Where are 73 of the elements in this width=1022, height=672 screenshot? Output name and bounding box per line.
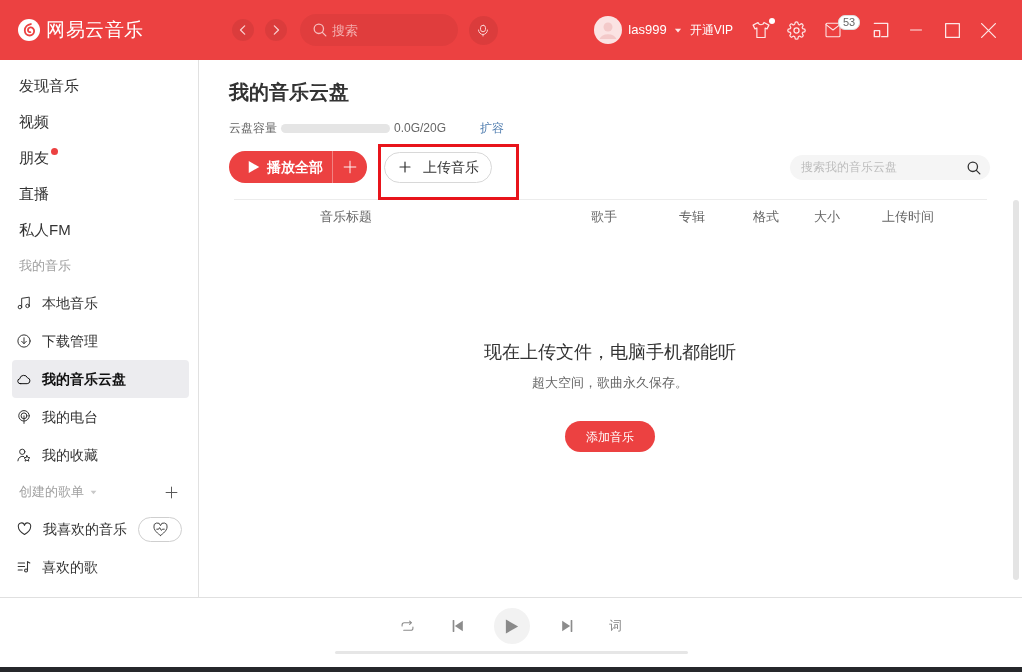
empty-state-title: 现在上传文件，电脑手机都能听: [483, 341, 736, 364]
sidebar-item[interactable]: 下载管理: [12, 322, 189, 360]
play-all-button[interactable]: 播放全部: [229, 151, 332, 183]
sidebar-item[interactable]: 私人FM: [0, 212, 198, 248]
cloud-icon: [17, 372, 31, 386]
next-button[interactable]: [562, 620, 573, 632]
close-icon[interactable]: [981, 22, 996, 38]
previous-button[interactable]: [452, 620, 463, 632]
settings-icon[interactable]: [787, 20, 806, 40]
expand-link[interactable]: 扩容: [480, 119, 505, 137]
sidebar-item[interactable]: 喜欢的歌: [12, 548, 189, 586]
column-header: 大小: [814, 208, 841, 226]
sidebar-item[interactable]: 发现音乐: [0, 68, 198, 104]
heartbeat-icon: [151, 521, 169, 537]
search-icon: [967, 160, 981, 175]
scrollbar-thumb[interactable]: [1013, 200, 1019, 580]
next-icon: [562, 620, 573, 632]
forward-button[interactable]: [264, 19, 287, 41]
column-header: 音乐标题: [320, 208, 373, 226]
capacity-reading: 0.0G/20G: [394, 120, 447, 137]
sidebar-item[interactable]: 直播: [0, 176, 198, 212]
play-button[interactable]: [494, 608, 530, 644]
plus-icon: [343, 160, 357, 174]
empty-state-subtitle: 超大空间，歌曲永久保存。: [531, 374, 688, 392]
sidebar-item[interactable]: 本地音乐: [12, 284, 189, 322]
download-icon: [17, 334, 31, 348]
column-header: 上传时间: [882, 208, 934, 226]
mail-icon[interactable]: [823, 22, 843, 38]
sidebar-item[interactable]: 我的电台: [12, 398, 189, 436]
plus-icon: [165, 485, 178, 499]
sidebar-item[interactable]: 视频: [0, 104, 198, 140]
logo-icon[interactable]: [18, 19, 40, 41]
section-title: 我的音乐: [19, 257, 71, 276]
search-icon: [312, 23, 327, 37]
heartbeat-mode-button[interactable]: [138, 516, 182, 542]
add-playlist-button[interactable]: [165, 485, 178, 499]
podcast-icon: [17, 410, 31, 424]
sidebar-item[interactable]: 我喜欢的音乐: [12, 510, 189, 548]
sidebar-item[interactable]: 我的收藏: [12, 436, 189, 474]
vip-link[interactable]: 开通VIP: [689, 21, 733, 39]
user-star-icon: [17, 448, 31, 462]
repeat-button[interactable]: [400, 619, 415, 633]
chevron-left-icon: [237, 25, 248, 35]
plus-icon: [399, 161, 411, 173]
previous-icon: [452, 620, 463, 632]
page-title: 我的音乐云盘: [229, 80, 350, 105]
heart-icon: [17, 522, 32, 536]
microphone-button[interactable]: [468, 15, 498, 45]
section-title: 创建的歌单: [19, 483, 84, 502]
column-header: 专辑: [679, 208, 706, 226]
column-header: 歌手: [591, 208, 618, 226]
play-icon: [505, 617, 519, 635]
maximize-icon[interactable]: [945, 22, 960, 38]
upload-music-button[interactable]: 上传音乐: [384, 151, 492, 183]
play-icon: [248, 160, 260, 174]
back-button[interactable]: [231, 19, 254, 41]
add-music-button[interactable]: 添加音乐: [564, 421, 655, 452]
repeat-icon: [400, 619, 415, 633]
playlist-icon: [17, 560, 31, 574]
avatar-icon[interactable]: [594, 16, 623, 44]
caret-icon[interactable]: [673, 27, 682, 33]
shirt-icon[interactable]: [751, 21, 771, 39]
lyrics-button[interactable]: 词: [609, 618, 622, 634]
add-all-button[interactable]: [332, 151, 367, 183]
sidebar-item[interactable]: 我的音乐云盘: [12, 360, 189, 398]
mini-mode-icon[interactable]: [873, 22, 889, 38]
capacity-label: 云盘容量: [229, 120, 277, 137]
username[interactable]: las999: [628, 20, 667, 40]
app-name: 网易云音乐: [46, 17, 144, 42]
sidebar-item[interactable]: 朋友: [0, 140, 198, 176]
music-note-icon: [17, 296, 31, 310]
message-count-badge: 53: [838, 15, 861, 30]
column-header: 格式: [753, 208, 780, 226]
